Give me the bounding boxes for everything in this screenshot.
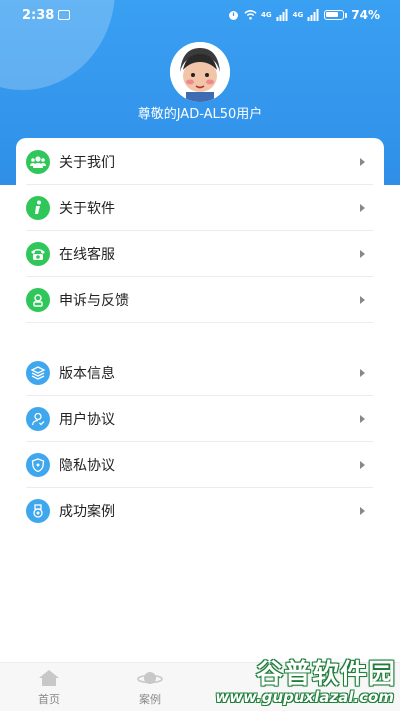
- tab-home[interactable]: 首页: [19, 669, 79, 707]
- user-agreement-icon: [26, 406, 50, 431]
- menu-item-online-service[interactable]: 在线客服: [26, 231, 373, 277]
- watermark-title: 谷普软件园: [256, 659, 396, 690]
- chevron-right-icon: [360, 203, 365, 212]
- tab-cases[interactable]: 案例: [120, 669, 180, 707]
- chevron-right-icon: [360, 249, 365, 258]
- signal-icon: [276, 9, 288, 21]
- medal-icon: [26, 499, 50, 523]
- menu-item-about-us[interactable]: 关于我们: [26, 139, 373, 185]
- info-icon: [26, 195, 50, 220]
- home-icon: [39, 670, 59, 686]
- network-label-2: 4G: [292, 11, 304, 19]
- avatar-image: [170, 42, 230, 102]
- chevron-right-icon: [360, 507, 365, 515]
- chevron-right-icon: [360, 368, 365, 377]
- username: 尊敬的JAD-AL50用户: [137, 107, 263, 122]
- status-right: 4G 4G 74%: [227, 8, 380, 22]
- gallery-notification-icon: [58, 10, 70, 20]
- planet-icon: [137, 672, 163, 684]
- tab-label: 案例: [139, 693, 161, 706]
- menu-item-feedback[interactable]: 申诉与反馈: [26, 277, 373, 323]
- chevron-right-icon: [360, 414, 365, 423]
- status-time: 2:38: [22, 8, 55, 23]
- people-icon: [26, 149, 50, 174]
- battery-tip: [345, 12, 348, 18]
- network-label-1: 4G: [261, 11, 272, 19]
- phone-icon: [26, 241, 50, 266]
- menu-item-about-software[interactable]: 关于软件: [26, 185, 373, 231]
- layers-icon: [26, 360, 50, 385]
- battery-level: 74%: [351, 8, 380, 22]
- menu-item-label: 申诉与反馈: [59, 292, 129, 309]
- alarm-icon: [229, 11, 239, 20]
- feedback-icon: [26, 287, 50, 312]
- tab-label: 首页: [38, 693, 60, 706]
- menu-item-version-info[interactable]: 版本信息: [26, 350, 373, 396]
- menu-item-label: 用户协议: [59, 411, 115, 428]
- menu-item-success-cases[interactable]: 成功案例: [26, 488, 373, 534]
- menu-item-label: 版本信息: [59, 365, 115, 382]
- menu-item-label: 隐私协议: [59, 457, 115, 474]
- signal-icon: [307, 9, 319, 21]
- chevron-right-icon: [360, 157, 365, 166]
- chevron-right-icon: [360, 295, 365, 304]
- menu-item-label: 关于软件: [59, 200, 115, 217]
- menu-item-label: 在线客服: [59, 246, 115, 263]
- battery-icon: [324, 10, 345, 20]
- watermark-url: www.gupuxlazal.com: [215, 688, 394, 706]
- chevron-right-icon: [360, 460, 365, 469]
- shield-icon: [26, 452, 50, 477]
- wifi-icon: [244, 10, 257, 20]
- avatar[interactable]: [170, 42, 230, 102]
- menu-item-privacy-agreement[interactable]: 隐私协议: [26, 442, 373, 488]
- site-watermark: 谷普软件园 www.gupuxlazal.com: [215, 652, 400, 711]
- menu-item-user-agreement[interactable]: 用户协议: [26, 396, 373, 442]
- menu-item-label: 成功案例: [59, 504, 115, 520]
- status-bar: 2:38 4G 4G 74%: [0, 0, 400, 30]
- menu-item-label: 关于我们: [59, 154, 115, 171]
